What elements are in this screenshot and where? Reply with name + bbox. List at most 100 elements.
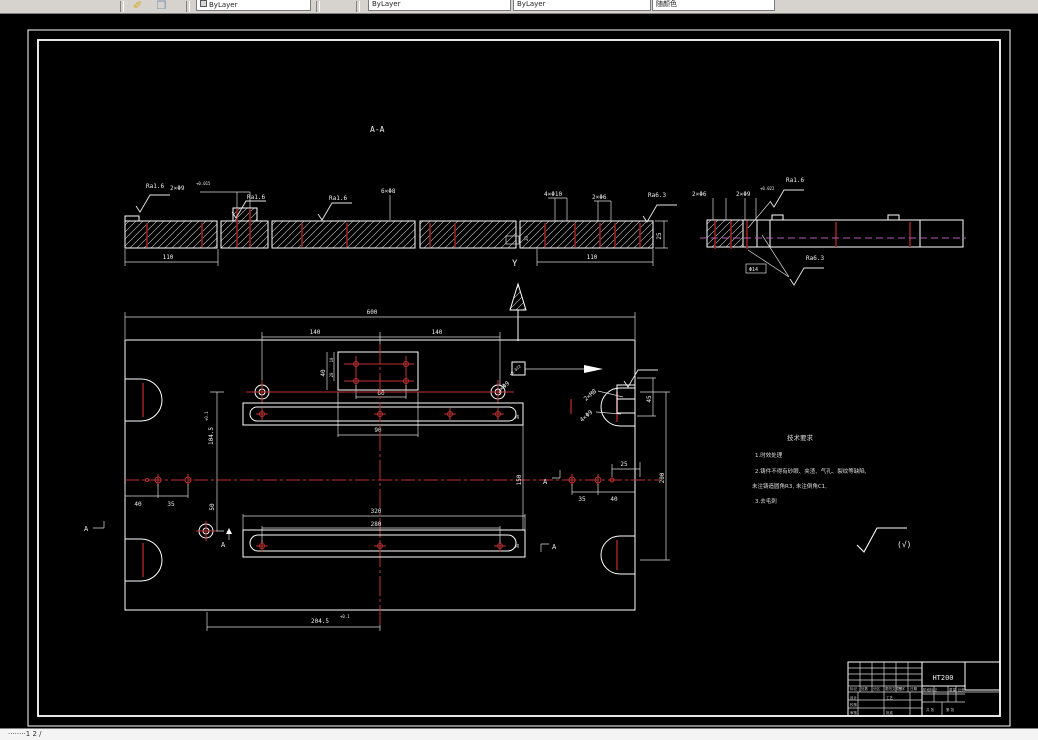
section-letter: A — [84, 525, 89, 533]
dimension: 45 — [646, 395, 653, 403]
dimension: 150 — [516, 474, 523, 485]
notes-title: 技术要求 — [787, 433, 814, 442]
note-line: 2.铸件不得有砂眼、夹渣、气孔、裂纹等缺陷, — [755, 467, 867, 475]
dimension: 104.5 +0.1 — [204, 411, 215, 445]
dimension: 40 — [134, 501, 142, 508]
titleblock-label: 设计 — [850, 695, 858, 700]
titleblock-label: 审核 — [850, 710, 858, 715]
drawing-canvas[interactable]: A-A Ra1.6 Ra1.6 Ra1.6 Ra6.3 2×Φ9 +0.015 — [0, 13, 1038, 728]
hole-callout: 6×Φ8 — [381, 188, 396, 195]
dimension: 204.5 — [311, 618, 329, 625]
command-line[interactable]: ········1 2 / — [0, 728, 1038, 740]
hole-callout: 2×Φ9 +0.022 — [496, 363, 523, 395]
dimension: 280 — [371, 521, 382, 528]
dimension: 10 — [329, 357, 334, 362]
dimension: 40 — [610, 496, 618, 503]
svg-text:2×M8: 2×M8 — [583, 388, 599, 403]
undo-icon[interactable]: ✐ — [129, 0, 146, 12]
titleblock-label: 签字 — [898, 686, 906, 691]
side-view: 2×Φ6 2×Φ9 +0.022 Ra1.6 Ra6.3 Φ14 — [692, 177, 966, 286]
dimension: 20 — [329, 372, 334, 377]
hole-callout: 4×Φ10 — [544, 191, 562, 198]
3d-view-icon[interactable]: ❒ — [153, 0, 170, 12]
section-letter: A — [221, 541, 226, 549]
toolbar-separator — [186, 1, 190, 12]
section-arrow-y: Y — [509, 259, 527, 341]
toolbar-separator — [316, 1, 320, 12]
dimension: 35 — [578, 496, 586, 503]
titleblock-label: 工艺 — [886, 695, 894, 700]
roughness-icon — [135, 194, 171, 213]
finish-other-symbol: (√) — [897, 540, 911, 549]
titleblock-label: 标记 — [850, 686, 858, 691]
sheet-inner-border — [37, 39, 1001, 717]
titleblock-label: 校核 — [850, 702, 858, 707]
dimension: 140 — [432, 329, 443, 336]
hole-callout: 2×Φ9 — [736, 191, 751, 198]
dimension: 320 — [371, 508, 382, 515]
section-letter: A — [543, 478, 548, 486]
roughness-value: Ra6.3 — [648, 192, 666, 199]
roughness-icon — [642, 204, 678, 223]
titleblock-label: 分区 — [873, 686, 881, 691]
titleblock-label: 批准 — [886, 710, 894, 715]
hole-tolerance: +0.022 — [760, 186, 775, 191]
titleblock-label: 日期 — [910, 686, 918, 691]
sheet-outer-border — [27, 29, 1011, 727]
material-spec: HT200 — [932, 674, 953, 682]
linetype-combobox[interactable]: ByLayer — [368, 0, 511, 11]
dimension: 90 — [374, 427, 382, 434]
dimension: 110 — [587, 254, 598, 261]
dimension: 60 — [377, 390, 385, 397]
dimension: 110 — [163, 254, 174, 261]
dimension: 200 — [659, 472, 666, 483]
hole-tolerance: +0.015 — [196, 181, 211, 186]
roughness-value: Ra1.6 — [786, 177, 804, 184]
lineweight-combobox[interactable]: ByLayer — [513, 0, 651, 11]
properties-toolbar: ✐ ❒ ByLayer ByLayer ByLayer 随颜色 — [0, 0, 1038, 14]
hole-callout: 2×Φ6 — [692, 191, 707, 198]
roughness-value: Ra6.3 — [806, 255, 824, 262]
title-block: HT200 标记 处数 分区 更改文件号 签字 日期 设计 校核 审核 工艺 批… — [847, 661, 1001, 717]
dimension: 140 — [310, 329, 321, 336]
view-arrow — [584, 365, 603, 373]
roughness-icon — [317, 202, 353, 221]
hole-callout: 2×Φ6 — [592, 194, 607, 201]
svg-text:4×Φ9: 4×Φ9 — [579, 409, 595, 424]
dimension: 25 — [656, 232, 663, 240]
titleblock-label: 比例 — [958, 687, 966, 692]
note-line: 3.去毛刺 — [755, 497, 777, 505]
hole-callout: 4×Φ9 — [579, 409, 595, 424]
toolbar-separator — [356, 1, 360, 12]
hole-callout: 2×Φ9 — [170, 185, 185, 192]
note-line: 未注铸造圆角R3, 未注倒角C1, — [752, 482, 827, 490]
roughness-value: Ra1.6 — [146, 183, 164, 190]
color-combobox[interactable]: ByLayer — [196, 0, 311, 11]
dimension: 50 — [209, 503, 216, 511]
roughness-icon — [789, 267, 825, 286]
section-title: A-A — [370, 125, 385, 134]
dimension: 30 — [515, 414, 520, 419]
plotstyle-combobox[interactable]: 随颜色 — [652, 0, 775, 11]
roughness-value: Ra1.6 — [329, 195, 347, 202]
dimension: 20 — [524, 236, 529, 241]
toolbar-separator — [120, 1, 124, 12]
svg-text:104.5: 104.5 — [208, 427, 215, 445]
technical-notes: 技术要求 1.时效处理 2.铸件不得有砂眼、夹渣、气孔、裂纹等缺陷, 未注铸造圆… — [752, 433, 867, 505]
color-swatch-icon — [200, 0, 207, 7]
titleblock-label: 重量 — [949, 687, 957, 692]
roughness-icon — [769, 189, 805, 208]
svg-text:+0.1: +0.1 — [204, 411, 209, 421]
command-line-text: ········1 2 / — [8, 730, 42, 738]
surface-finish-note: (√) — [856, 527, 911, 553]
dimension: Φ14 — [749, 267, 758, 273]
titleblock-label: 阶段标记 — [923, 687, 937, 692]
titleblock-label: 第 张 — [946, 707, 955, 712]
plan-view: 600 140 140 40 10 20 60 90 2×Φ9 +0.022 3… — [84, 309, 670, 631]
section-view: A-A Ra1.6 Ra1.6 Ra1.6 Ra6.3 2×Φ9 +0.015 — [124, 125, 678, 266]
dimension: 30 — [515, 543, 520, 548]
dimension-tolerance: +0.1 — [340, 614, 350, 619]
cad-application-window: ✐ ❒ ByLayer ByLayer ByLayer 随颜色 A-A Ra1.… — [0, 0, 1038, 740]
dimension: 25 — [620, 461, 628, 468]
note-line: 1.时效处理 — [755, 451, 783, 459]
